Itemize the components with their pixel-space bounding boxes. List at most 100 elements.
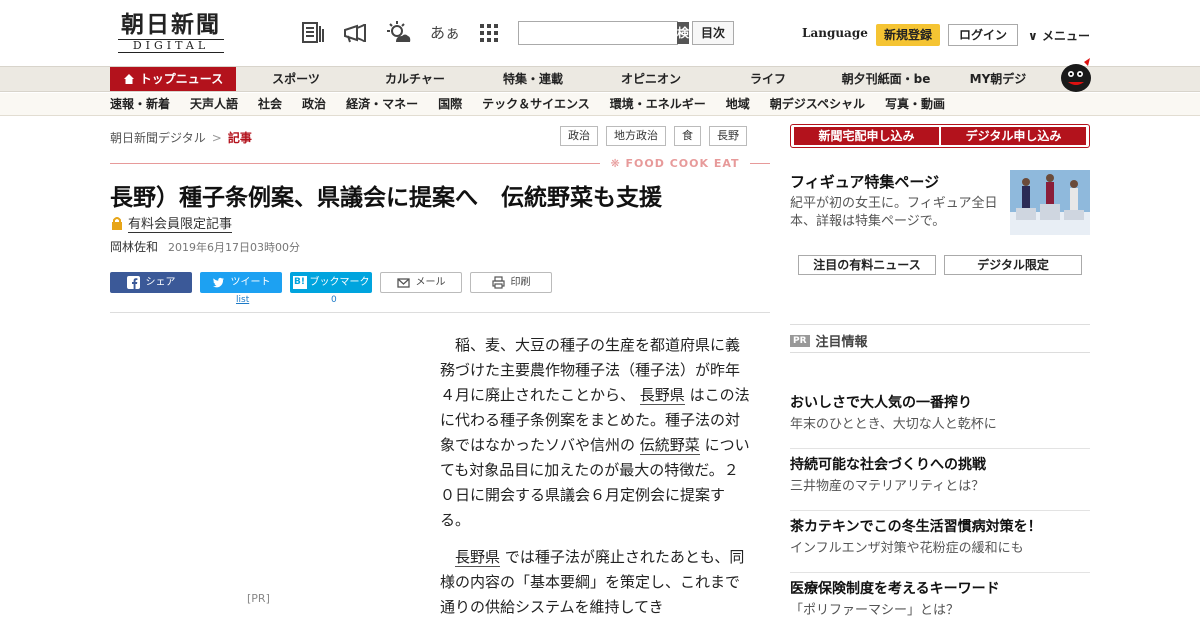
- tag-food[interactable]: 食: [674, 126, 701, 146]
- pr-heading: PR 注目情報: [790, 331, 868, 350]
- twitter-share-label: ツイート: [230, 277, 271, 288]
- subnav-item[interactable]: テック＆サイエンス: [482, 93, 590, 115]
- lock-icon: [112, 217, 122, 230]
- search-box: 検 索: [518, 21, 690, 62]
- tab-digital-only[interactable]: デジタル限定: [944, 255, 1082, 275]
- tab-premium-news[interactable]: 注目の有料ニュース: [798, 255, 936, 275]
- publish-date: 2019年6月17日03時00分: [168, 241, 300, 254]
- subnav-item[interactable]: 政治: [302, 93, 326, 115]
- food-section-label[interactable]: ❋ FOOD COOK EAT: [600, 156, 750, 172]
- article-title: 長野）種子条例案、県議会に提案へ 伝統野菜も支援: [110, 185, 662, 211]
- facebook-icon: [126, 276, 140, 289]
- subnav-item[interactable]: 朝デジスペシャル: [770, 93, 865, 115]
- article-divider: [110, 312, 770, 313]
- home-icon: [123, 74, 134, 84]
- premium-text: 有料会員限定記事: [128, 213, 233, 233]
- hatena-share-label: ブックマーク: [309, 277, 370, 288]
- hatena-count[interactable]: 0: [331, 295, 337, 305]
- subnav-item[interactable]: 速報・新着: [110, 93, 170, 115]
- subnav-item[interactable]: 天声人語: [190, 93, 238, 115]
- nav-item-my-asadigi[interactable]: MY朝デジ: [946, 67, 1050, 91]
- figure-skating-photo[interactable]: [1010, 170, 1090, 235]
- sidebar-tabs: 注目の有料ニュース デジタル限定: [798, 255, 1090, 275]
- subnav-item[interactable]: 地域: [726, 93, 750, 115]
- main-nav: トップニュース スポーツ カルチャー 特集・連載 オピニオン ライフ 朝夕刊紙面…: [0, 66, 1200, 92]
- keyword-link-nagano[interactable]: 長野県: [639, 386, 685, 405]
- tag-politics[interactable]: 政治: [560, 126, 598, 146]
- breadcrumb-home[interactable]: 朝日新聞デジタル: [110, 131, 206, 145]
- nav-item-life[interactable]: ライフ: [710, 67, 826, 91]
- search-input[interactable]: [519, 22, 677, 44]
- mascot-icon: [1061, 58, 1091, 92]
- subnav-item[interactable]: 社会: [258, 93, 282, 115]
- twitter-share-button[interactable]: ツイート: [200, 272, 282, 293]
- signup-button[interactable]: 新規登録: [876, 24, 940, 46]
- breadcrumb-separator: >: [211, 131, 222, 145]
- article-paragraph: 長野県 では種子法が廃止されたあとも、同様の内容の「基本要綱」を策定し、これまで…: [440, 545, 752, 620]
- pr-list-item[interactable]: 茶カテキンでこの冬生活習慣病対策を！ インフルエンザ対策や花粉症の緩和にも: [790, 518, 1090, 573]
- login-button[interactable]: ログイン: [948, 24, 1018, 46]
- breadcrumb: 朝日新聞デジタル > 記事: [110, 129, 252, 146]
- logo-main-text: 朝日新聞: [121, 11, 221, 38]
- weather-icon[interactable]: [386, 20, 412, 46]
- mail-share-button[interactable]: メール: [380, 272, 462, 293]
- font-size-icon[interactable]: あぁ: [430, 20, 460, 46]
- ad-pr-label: [PR]: [247, 592, 270, 605]
- menu-label: メニュー: [1041, 29, 1090, 43]
- tag-local-politics[interactable]: 地方政治: [606, 126, 666, 146]
- subnav-item[interactable]: 写真・動画: [885, 93, 945, 115]
- nav-item-features[interactable]: 特集・連載: [474, 67, 592, 91]
- subscribe-box: 新聞宅配申し込み デジタル申し込み: [790, 124, 1090, 148]
- tag-nagano[interactable]: 長野: [709, 126, 747, 146]
- nav-item-paper[interactable]: 朝夕刊紙面・be: [826, 67, 946, 91]
- food-section-text: FOOD COOK EAT: [625, 157, 740, 170]
- newspaper-subscribe-button[interactable]: 新聞宅配申し込み: [794, 127, 939, 145]
- share-bar: シェア ツイート B! ブックマーク メール 印刷: [110, 272, 560, 293]
- article-paragraph: 稲、麦、大豆の種子の生産を都道府県に義務づけた主要農作物種子法（種子法）が昨年４…: [440, 333, 752, 533]
- pr-item-title: 持続可能な社会づくりへの挑戦: [790, 457, 986, 473]
- pr-list-item[interactable]: おいしさで大人気の一番搾り 年末のひととき、大切な人と乾杯に: [790, 394, 1090, 449]
- pr-list-item[interactable]: 持続可能な社会づくりへの挑戦 三井物産のマテリアリティとは？: [790, 456, 1090, 511]
- grid-icon[interactable]: [476, 20, 502, 46]
- subnav-item[interactable]: 国際: [438, 93, 462, 115]
- pr-badge: PR: [790, 334, 810, 347]
- sidebar-divider: [790, 352, 1090, 353]
- pr-item-title: 医療保険制度を考えるキーワード: [790, 581, 1000, 597]
- language-link[interactable]: Language: [802, 26, 868, 40]
- keyword-link-traditional-vegetables[interactable]: 伝統野菜: [639, 436, 700, 455]
- news-list-icon[interactable]: [300, 20, 326, 46]
- pr-item-subtitle: 三井物産のマテリアリティとは？: [790, 479, 985, 494]
- pr-item-title: おいしさで大人気の一番搾り: [790, 395, 972, 411]
- feature-title[interactable]: フィギュア特集ページ: [790, 171, 939, 192]
- facebook-share-button[interactable]: シェア: [110, 272, 192, 293]
- keyword-link-nagano[interactable]: 長野県: [455, 548, 501, 567]
- pr-item-title: 茶カテキンでこの冬生活習慣病対策を！: [790, 519, 1042, 535]
- premium-label[interactable]: 有料会員限定記事: [110, 213, 233, 233]
- twitter-count[interactable]: list: [236, 295, 249, 305]
- subnav-item[interactable]: 経済・マネー: [346, 93, 418, 115]
- pr-list-item[interactable]: 医療保険制度を考えるキーワード 「ポリファーマシー」とは？: [790, 580, 1090, 621]
- menu-button[interactable]: ∨ メニュー: [1028, 27, 1090, 44]
- hatena-bookmark-button[interactable]: B! ブックマーク: [290, 272, 372, 293]
- toc-button[interactable]: 目次: [692, 21, 734, 45]
- print-label: 印刷: [510, 277, 531, 288]
- feature-description: 紀平が初の女王に。フィギュア全日本、詳報は特集ページで。: [790, 196, 998, 229]
- hatena-icon: B!: [292, 276, 307, 289]
- nav-item-opinion[interactable]: オピニオン: [592, 67, 710, 91]
- subnav-item[interactable]: 環境・エネルギー: [610, 93, 706, 115]
- nav-item-culture[interactable]: カルチャー: [356, 67, 474, 91]
- nav-item-sports[interactable]: スポーツ: [236, 67, 356, 91]
- site-logo[interactable]: 朝日新聞 DIGITAL: [118, 12, 230, 54]
- print-icon: [491, 276, 505, 289]
- megaphone-icon[interactable]: [342, 20, 368, 46]
- search-button[interactable]: 検 索: [677, 22, 690, 62]
- sidebar-divider: [790, 324, 1090, 325]
- print-button[interactable]: 印刷: [470, 272, 552, 293]
- nav-item-top-news[interactable]: トップニュース: [110, 67, 236, 91]
- pr-heading-text: 注目情報: [815, 335, 868, 350]
- pr-item-subtitle: 年末のひととき、大切な人と乾杯に: [790, 417, 997, 432]
- article-tags: 政治 地方政治 食 長野: [560, 126, 755, 146]
- sub-nav: 速報・新着 天声人語 社会 政治 経済・マネー 国際 テック＆サイエンス 環境・…: [0, 93, 1200, 116]
- pr-item-subtitle: インフルエンザ対策や花粉症の緩和にも: [790, 541, 1024, 556]
- digital-subscribe-button[interactable]: デジタル申し込み: [941, 127, 1086, 145]
